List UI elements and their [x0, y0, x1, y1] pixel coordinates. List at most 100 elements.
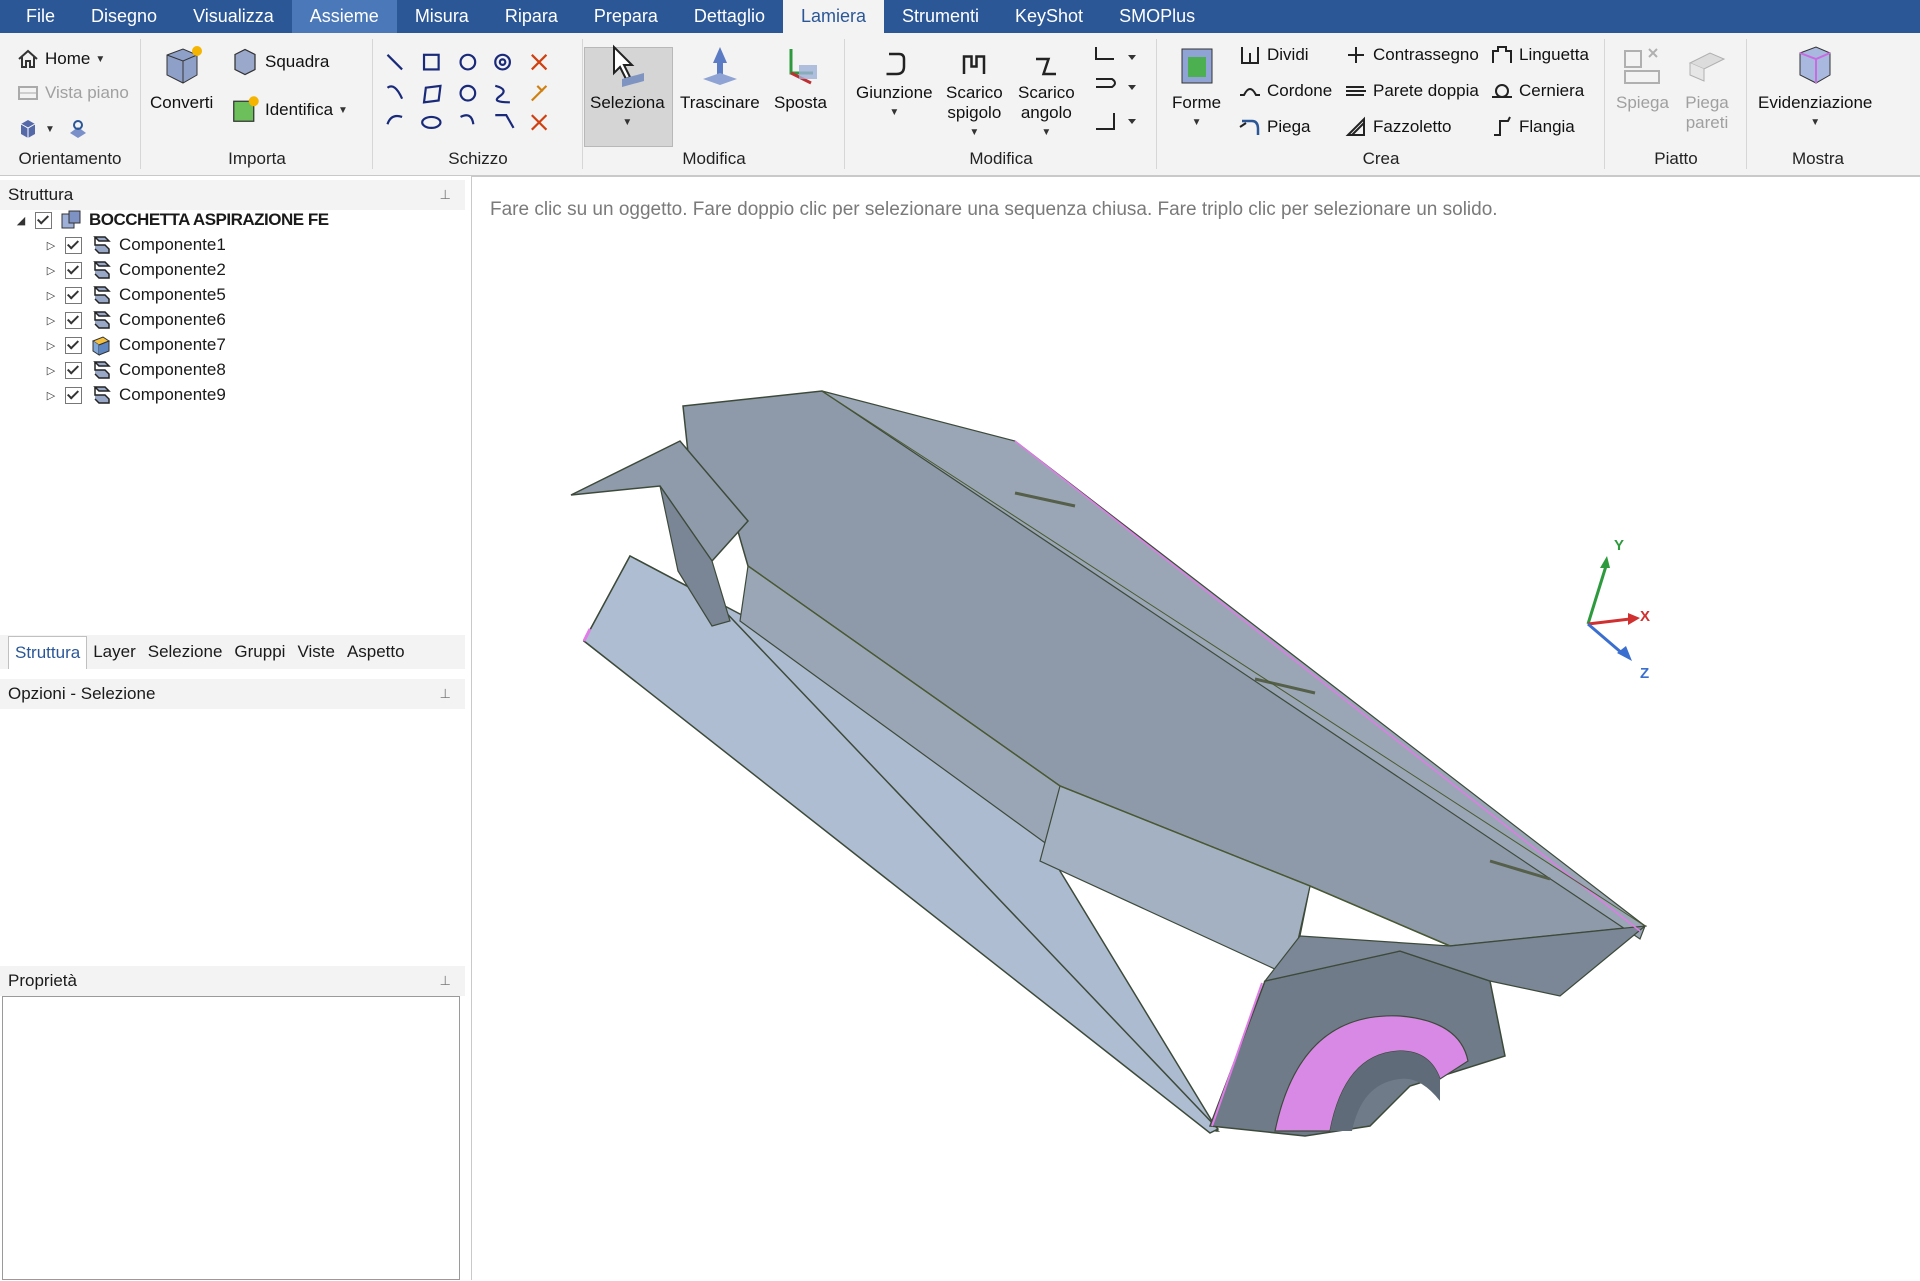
parete-doppia-label: Parete doppia [1373, 81, 1479, 100]
scarico-spigolo-button[interactable]: Scarico spigolo ▼ [946, 49, 1003, 138]
group-orientamento: Home ▼ Vista piano ▼ Orientamento [0, 39, 141, 169]
ribbon: Home ▼ Vista piano ▼ Orientamento Convert… [0, 33, 1920, 176]
forme-button[interactable]: Forme ▼ [1172, 43, 1221, 128]
converti-button[interactable]: Converti [150, 43, 213, 113]
visibility-checkbox[interactable] [65, 236, 82, 254]
tree-item-label: Componente1 [119, 235, 226, 254]
panel-tab-selezione[interactable]: Selezione [142, 642, 229, 662]
expand-icon[interactable]: ▷ [44, 364, 58, 377]
split-icon [1241, 47, 1259, 64]
menu-tab-file[interactable]: File [0, 0, 73, 33]
parete-doppia-button[interactable]: Parete doppia [1344, 79, 1479, 103]
tree-item[interactable]: ▷ Componente1 [44, 233, 226, 257]
tree-item[interactable]: ▷ Componente2 [44, 258, 226, 282]
panel-tab-struttura[interactable]: Struttura [8, 635, 88, 669]
sposta-button[interactable]: Sposta [774, 43, 827, 113]
scarico-angolo-label: Scarico angolo [1018, 83, 1075, 122]
plus-icon [1348, 47, 1364, 63]
three-point-arc-tool-icon [460, 114, 475, 125]
menu-tab-smoplus[interactable]: SMOPlus [1101, 0, 1213, 33]
tree-root[interactable]: ◢ BOCCHETTA ASPIRAZIONE FE [14, 208, 329, 232]
menu-tab-visualizza[interactable]: Visualizza [175, 0, 292, 33]
tree-item[interactable]: ▷ Componente5 [44, 283, 226, 307]
vista-piano-button[interactable]: Vista piano [16, 81, 129, 105]
group-modifica-sheet: Giunzione ▼ Scarico spigolo ▼ Scarico an… [846, 39, 1157, 169]
pin-icon[interactable]: ⊥ [440, 966, 451, 996]
properties-title: Proprietà [8, 971, 77, 990]
visibility-checkbox[interactable] [65, 286, 82, 304]
trascinare-button[interactable]: Trascinare [680, 43, 760, 113]
identifica-button[interactable]: Identifica ▼ [230, 95, 348, 125]
panel-tab-layer[interactable]: Layer [87, 642, 142, 662]
spiega-button[interactable]: Spiega [1616, 43, 1669, 113]
visibility-checkbox[interactable] [65, 311, 82, 329]
tree-item-label: Componente9 [119, 385, 226, 404]
group-label-modifica-select: Modifica [682, 149, 746, 168]
cordone-button[interactable]: Cordone [1238, 79, 1332, 103]
squadra-button[interactable]: Squadra [230, 47, 329, 77]
contrassegno-button[interactable]: Contrassegno [1344, 43, 1479, 67]
corner-relief-icon [1036, 57, 1057, 76]
linguetta-button[interactable]: Linguetta [1490, 43, 1589, 67]
menu-tab-misura[interactable]: Misura [397, 0, 487, 33]
menu-tab-disegno[interactable]: Disegno [73, 0, 175, 33]
tree-item[interactable]: ▷ Componente8 [44, 358, 226, 382]
convert-icon [166, 46, 202, 84]
sheet-small-tools[interactable] [1088, 43, 1148, 143]
spline-tool-icon [494, 84, 510, 104]
flangia-button[interactable]: Flangia [1490, 115, 1575, 139]
scarico-angolo-button[interactable]: Scarico angolo ▼ [1018, 49, 1075, 138]
tree-item-label: Componente8 [119, 360, 226, 379]
sheet-metal-model[interactable]: Y X Z [472, 177, 1920, 1281]
rectangle-tool-icon [422, 53, 440, 71]
cerniera-button[interactable]: Cerniera [1490, 79, 1584, 103]
tree-item[interactable]: ▷ Componente9 [44, 383, 226, 407]
panel-tab-viste[interactable]: Viste [291, 642, 341, 662]
view-cube-button[interactable]: ▼ [16, 117, 90, 141]
expand-icon[interactable]: ▷ [44, 239, 58, 252]
dividi-button[interactable]: Dividi [1238, 43, 1309, 67]
menu-tab-ripara[interactable]: Ripara [487, 0, 576, 33]
collapse-icon[interactable]: ◢ [14, 214, 28, 227]
giunzione-button[interactable]: Giunzione ▼ [856, 49, 933, 118]
menu-tab-keyshot[interactable]: KeyShot [997, 0, 1101, 33]
panel-tab-aspetto[interactable]: Aspetto [341, 642, 411, 662]
expand-icon[interactable]: ▷ [44, 339, 58, 352]
menu-tab-lamiera[interactable]: Lamiera [782, 0, 884, 33]
seleziona-button[interactable]: Seleziona ▼ [590, 43, 665, 128]
trascinare-label: Trascinare [680, 93, 760, 112]
group-modifica-select: Seleziona ▼ Trascinare Sposta Modifica [584, 39, 845, 169]
visibility-checkbox[interactable] [65, 386, 82, 404]
visibility-checkbox[interactable] [35, 211, 52, 229]
menu-tab-dettaglio[interactable]: Dettaglio [676, 0, 783, 33]
panel-tab-gruppi[interactable]: Gruppi [228, 642, 291, 662]
evidenziazione-button[interactable]: Evidenziazione ▼ [1758, 43, 1872, 128]
menu-tab-prepara[interactable]: Prepara [576, 0, 676, 33]
axis-z-label: Z [1640, 665, 1649, 682]
expand-icon[interactable]: ▷ [44, 389, 58, 402]
menu-tab-strumenti[interactable]: Strumenti [884, 0, 997, 33]
tree-item[interactable]: ▷ Componente6 [44, 308, 226, 332]
piega-button[interactable]: Piega [1238, 115, 1310, 139]
evidenziazione-label: Evidenziazione [1758, 93, 1873, 112]
expand-icon[interactable]: ▷ [44, 314, 58, 327]
sketch-tools-grid[interactable] [382, 45, 572, 145]
visibility-checkbox[interactable] [65, 361, 82, 379]
arc-tool-icon [386, 114, 403, 125]
pin-icon[interactable]: ⊥ [440, 180, 451, 210]
visibility-checkbox[interactable] [65, 336, 82, 354]
design-viewport[interactable]: Fare clic su un oggetto. Fare doppio cli… [472, 176, 1920, 1281]
group-label-mostra: Mostra [1792, 149, 1844, 168]
expand-icon[interactable]: ▷ [44, 264, 58, 277]
home-button[interactable]: Home ▼ [16, 47, 105, 71]
flangia-label: Flangia [1519, 117, 1575, 136]
piega-pareti-button[interactable]: Piega pareti [1684, 43, 1730, 133]
visibility-checkbox[interactable] [65, 261, 82, 279]
menu-tab-assieme[interactable]: Assieme [291, 0, 397, 33]
three-point-rect-tool-icon [422, 84, 442, 104]
tree-item[interactable]: ▷ Componente7 [44, 333, 226, 357]
expand-icon[interactable]: ▷ [44, 289, 58, 302]
flange-icon [1494, 116, 1511, 136]
pin-icon[interactable]: ⊥ [440, 679, 451, 709]
fazzoletto-button[interactable]: Fazzoletto [1344, 115, 1451, 139]
